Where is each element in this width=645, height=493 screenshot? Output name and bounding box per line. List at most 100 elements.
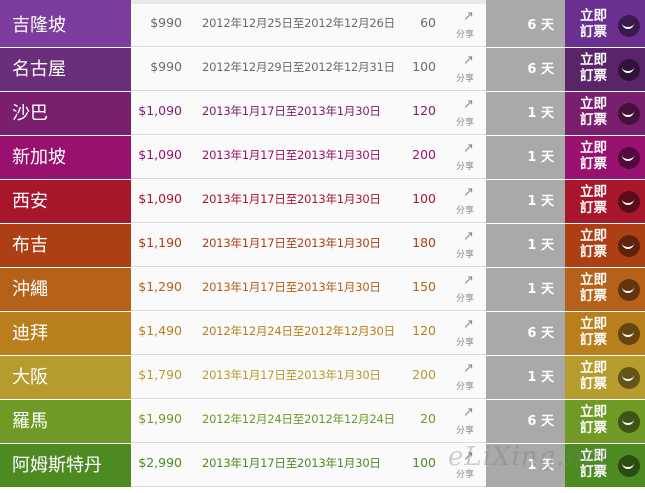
book-now-button[interactable]: 立即 訂票 [565, 268, 645, 311]
destination-city[interactable]: 名古屋 [0, 48, 131, 91]
share-arrow-icon: ↗ [463, 273, 474, 288]
book-now-label: 立即 訂票 [580, 52, 607, 84]
share-button[interactable]: ↗ 分享 [452, 230, 482, 264]
table-row: 西安 $1,090 2013年1月17日至2013年1月30日 100 ↗ 分享 1 天立即… [0, 180, 645, 223]
destination-city[interactable]: 新加坡 [0, 136, 131, 179]
destination-city[interactable]: 沙巴 [0, 92, 131, 135]
table-row: 迪拜 $1,490 2012年12月24日至2012年12月30日 120 ↗ 分享 6 天… [0, 312, 645, 355]
share-button[interactable]: ↗ 分享 [452, 142, 482, 176]
book-now-label: 立即 訂票 [580, 316, 607, 348]
book-now-button[interactable]: 立即 訂票 [565, 356, 645, 399]
share-arrow-icon: ↗ [463, 405, 474, 420]
trip-days: 1 天 [486, 268, 565, 311]
table-row: 沙巴 $1,090 2013年1月17日至2013年1月30日 120 ↗ 分享 1 天立即… [0, 92, 645, 135]
fare-price: $1,990 [138, 411, 182, 426]
fare-price: $1,490 [138, 323, 182, 338]
watermark-text: eLiXing.net [448, 442, 612, 472]
fare-price: $2,990 [138, 455, 182, 470]
trip-days: 6 天 [486, 400, 565, 443]
share-button[interactable]: ↗ 分享 [452, 318, 482, 352]
trip-days: 1 天 [486, 92, 565, 135]
book-now-label: 立即 訂票 [580, 360, 607, 392]
travel-dates: 2012年12月24日至2012年12月24日 [202, 412, 395, 426]
trip-days: 1 天 [486, 136, 565, 179]
travel-dates: 2012年12月24日至2012年12月30日 [202, 324, 395, 338]
smile-icon [618, 455, 640, 477]
book-now-button[interactable]: 立即 訂票 [565, 136, 645, 179]
book-now-button[interactable]: 立即 訂票 [565, 180, 645, 223]
share-arrow-icon: ↗ [463, 9, 474, 24]
table-row: 布吉 $1,190 2013年1月17日至2013年1月30日 180 ↗ 分享 1 天立即… [0, 224, 645, 267]
table-row: 新加坡 $1,090 2013年1月17日至2013年1月30日 200 ↗ 分享 1 天立… [0, 136, 645, 179]
share-label: 分享 [456, 162, 475, 172]
share-button[interactable]: ↗ 分享 [452, 54, 482, 88]
fare-price: $1,790 [138, 367, 182, 382]
table-row: 名古屋 $990 2012年12月29日至2012年12月31日 100 ↗ 分享 6 天立… [0, 48, 645, 91]
seat-count: 120 [412, 103, 436, 118]
destination-city[interactable]: 阿姆斯特丹 [0, 444, 131, 487]
destination-city[interactable]: 沖繩 [0, 268, 131, 311]
table-row: 吉隆坡 $990 2012年12月25日至2012年12月26日 60 ↗ 分享 6 天立即… [0, 4, 645, 47]
smile-icon [618, 411, 640, 433]
fare-price: $1,290 [138, 279, 182, 294]
travel-dates: 2013年1月17日至2013年1月30日 [202, 192, 381, 206]
destination-city[interactable]: 羅馬 [0, 400, 131, 443]
travel-dates: 2012年12月25日至2012年12月26日 [202, 16, 395, 30]
fare-price: $1,090 [138, 147, 182, 162]
book-now-button[interactable]: 立即 訂票 [565, 4, 645, 47]
smile-icon [618, 15, 640, 37]
destination-city[interactable]: 布吉 [0, 224, 131, 267]
share-button[interactable]: ↗ 分享 [452, 186, 482, 220]
seat-count: 100 [412, 59, 436, 74]
flight-deals-table: 吉隆坡 $990 2012年12月25日至2012年12月26日 60 ↗ 分享 6 天立即… [0, 0, 645, 493]
table-top-edge [0, 0, 645, 4]
book-now-button[interactable]: 立即 訂票 [565, 92, 645, 135]
fare-price: $1,190 [138, 235, 182, 250]
book-now-button[interactable]: 立即 訂票 [565, 48, 645, 91]
share-button[interactable]: ↗ 分享 [452, 362, 482, 396]
book-now-button[interactable]: 立即 訂票 [565, 312, 645, 355]
seat-count: 20 [420, 411, 436, 426]
trip-days: 1 天 [486, 180, 565, 223]
table-row: 沖繩 $1,290 2013年1月17日至2013年1月30日 150 ↗ 分享 1 天立即… [0, 268, 645, 311]
book-now-label: 立即 訂票 [580, 8, 607, 40]
share-label: 分享 [456, 382, 475, 392]
travel-dates: 2012年12月29日至2012年12月31日 [202, 60, 395, 74]
travel-dates: 2013年1月17日至2013年1月30日 [202, 280, 381, 294]
share-arrow-icon: ↗ [463, 361, 474, 376]
smile-icon [618, 59, 640, 81]
share-button[interactable]: ↗ 分享 [452, 98, 482, 132]
share-label: 分享 [456, 426, 475, 436]
trip-days: 6 天 [486, 48, 565, 91]
destination-city[interactable]: 迪拜 [0, 312, 131, 355]
seat-count: 150 [412, 279, 436, 294]
share-label: 分享 [456, 338, 475, 348]
table-row: 大阪 $1,790 2013年1月17日至2013年1月30日 200 ↗ 分享 1 天立即… [0, 356, 645, 399]
trip-days: 6 天 [486, 312, 565, 355]
book-now-label: 立即 訂票 [580, 404, 607, 436]
book-now-button[interactable]: 立即 訂票 [565, 400, 645, 443]
share-button[interactable]: ↗ 分享 [452, 10, 482, 44]
destination-city[interactable]: 吉隆坡 [0, 4, 131, 47]
travel-dates: 2013年1月17日至2013年1月30日 [202, 236, 381, 250]
book-now-label: 立即 訂票 [580, 228, 607, 260]
destination-city[interactable]: 大阪 [0, 356, 131, 399]
fare-price: $990 [150, 59, 182, 74]
share-arrow-icon: ↗ [463, 97, 474, 112]
smile-icon [618, 323, 640, 345]
destination-city[interactable]: 西安 [0, 180, 131, 223]
book-now-button[interactable]: 立即 訂票 [565, 224, 645, 267]
book-now-label: 立即 訂票 [580, 184, 607, 216]
trip-days: 6 天 [486, 4, 565, 47]
trip-days: 1 天 [486, 356, 565, 399]
share-button[interactable]: ↗ 分享 [452, 406, 482, 440]
seat-count: 120 [412, 323, 436, 338]
share-label: 分享 [456, 118, 475, 128]
seat-count: 180 [412, 235, 436, 250]
share-arrow-icon: ↗ [463, 53, 474, 68]
share-label: 分享 [456, 250, 475, 260]
book-now-label: 立即 訂票 [580, 96, 607, 128]
share-button[interactable]: ↗ 分享 [452, 274, 482, 308]
fare-price: $1,090 [138, 103, 182, 118]
book-now-label: 立即 訂票 [580, 272, 607, 304]
